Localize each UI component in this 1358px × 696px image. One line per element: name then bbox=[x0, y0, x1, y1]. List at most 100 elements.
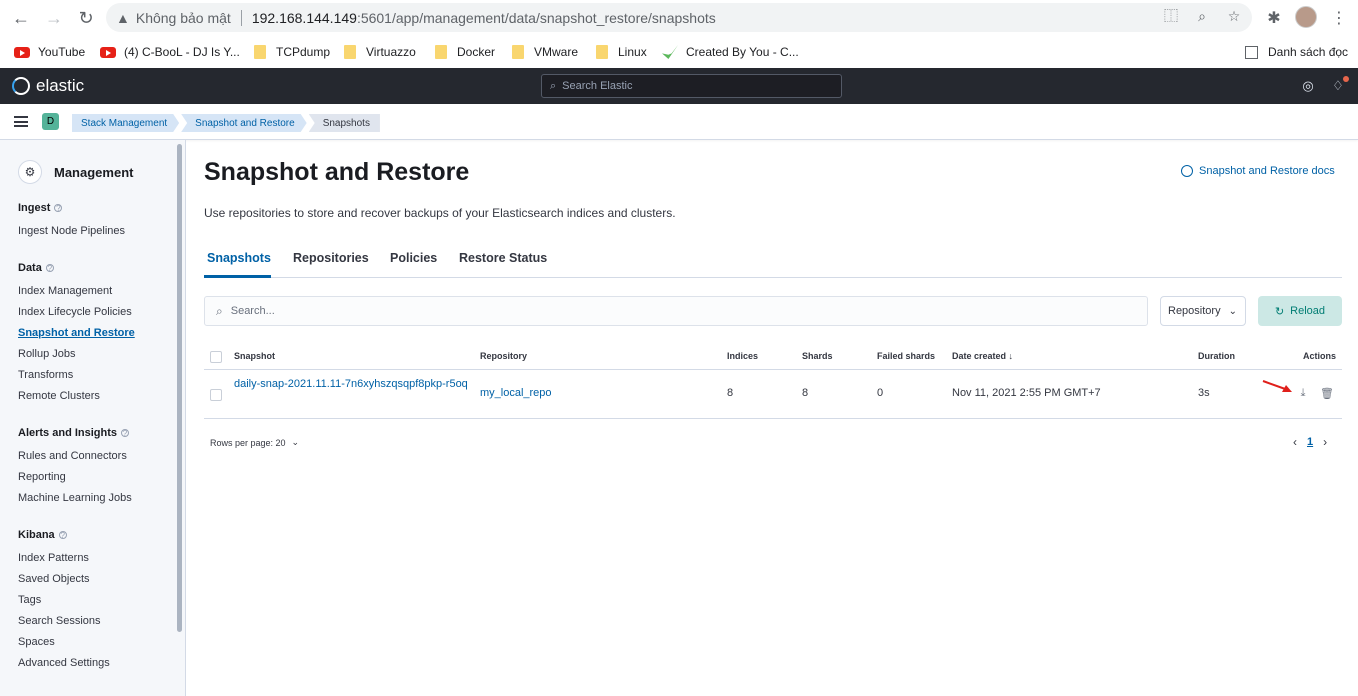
browser-toolbar: ← → ↻ ▲ Không bảo mật 192.168.144.149:56… bbox=[0, 0, 1358, 36]
sidebar-item-ingest-node-pipelines[interactable]: Ingest Node Pipelines bbox=[18, 225, 125, 237]
tab-snapshots[interactable]: Snapshots bbox=[207, 251, 271, 265]
docs-link[interactable]: Snapshot and Restore docs bbox=[1181, 165, 1335, 177]
global-search[interactable]: ⌕ bbox=[541, 74, 842, 98]
bookmark-star-icon[interactable]: ☆ bbox=[1225, 7, 1243, 25]
failed-shards-cell: 0 bbox=[877, 387, 884, 399]
forward-arrow-icon[interactable]: → bbox=[42, 6, 66, 30]
repository-filter-button[interactable]: Repository ⌄ bbox=[1160, 296, 1246, 326]
column-header-snapshot[interactable]: Snapshot bbox=[234, 351, 275, 361]
menu-toggle-icon[interactable] bbox=[14, 116, 28, 127]
elastic-logo[interactable]: elastic bbox=[12, 76, 84, 96]
bookmark-created-by-you[interactable]: Created By You - C... bbox=[662, 42, 799, 62]
previous-page-icon[interactable]: ‹ bbox=[1293, 435, 1297, 449]
sidebar-item-rules-and-connectors[interactable]: Rules and Connectors bbox=[18, 450, 127, 462]
breadcrumb-stack-management[interactable]: Stack Management bbox=[72, 114, 179, 132]
tab-restore-status[interactable]: Restore Status bbox=[459, 251, 547, 265]
select-all-checkbox[interactable] bbox=[210, 351, 222, 363]
sidebar-item-transforms[interactable]: Transforms bbox=[18, 369, 73, 381]
kibana-subheader: D Stack Management Snapshot and Restore … bbox=[0, 104, 1358, 140]
selected-tab-indicator bbox=[204, 275, 271, 278]
column-header-shards[interactable]: Shards bbox=[802, 351, 833, 361]
sidebar-item-index-patterns[interactable]: Index Patterns bbox=[18, 552, 89, 564]
sidebar-item-machine-learning-jobs[interactable]: Machine Learning Jobs bbox=[18, 492, 132, 504]
trash-icon[interactable]: 🗑 bbox=[1320, 387, 1334, 400]
rows-per-page-button[interactable]: Rows per page: 20 ⌄ bbox=[210, 437, 299, 448]
reload-label: Reload bbox=[1290, 305, 1326, 317]
zoom-icon[interactable]: ⌕ bbox=[1193, 7, 1211, 25]
restore-icon[interactable]: ⤓ bbox=[1297, 387, 1309, 399]
column-header-repository[interactable]: Repository bbox=[480, 351, 527, 361]
extensions-icon[interactable]: ✱ bbox=[1262, 6, 1286, 30]
nav-group-alerts: Alerts and Insights? bbox=[18, 427, 130, 439]
sidebar-item-index-management[interactable]: Index Management bbox=[18, 285, 112, 297]
youtube-icon bbox=[14, 46, 30, 58]
sidebar-item-advanced-settings[interactable]: Advanced Settings bbox=[18, 657, 110, 669]
snapshot-search[interactable]: ⌕ bbox=[204, 296, 1148, 326]
folder-icon bbox=[596, 45, 608, 59]
sidebar-item-spaces[interactable]: Spaces bbox=[18, 636, 55, 648]
bookmark-virtuazzo[interactable]: Virtuazzo bbox=[344, 42, 416, 62]
bookmark-cbool[interactable]: (4) C-BooL - DJ Is Y... bbox=[100, 42, 240, 62]
sidebar-item-remote-clusters[interactable]: Remote Clusters bbox=[18, 390, 100, 402]
repository-link[interactable]: my_local_repo bbox=[480, 387, 552, 399]
bookmark-label: VMware bbox=[534, 45, 579, 59]
space-avatar[interactable]: D bbox=[42, 113, 59, 130]
tab-policies[interactable]: Policies bbox=[390, 251, 437, 265]
nav-group-kibana: Kibana? bbox=[18, 529, 67, 541]
logo-text: elastic bbox=[36, 76, 85, 95]
sidebar-item-reporting[interactable]: Reporting bbox=[18, 471, 66, 483]
breadcrumb-snapshots: Snapshots bbox=[308, 114, 380, 132]
reload-page-icon[interactable]: ↻ bbox=[74, 6, 98, 30]
global-search-input[interactable] bbox=[562, 80, 813, 92]
bookmark-tcpdump[interactable]: TCPdump bbox=[254, 42, 330, 62]
url-text[interactable]: 192.168.144.149:5601/app/management/data… bbox=[252, 10, 716, 26]
next-page-icon[interactable]: › bbox=[1323, 435, 1327, 449]
sidebar-item-tags[interactable]: Tags bbox=[18, 594, 41, 606]
youtube-icon bbox=[100, 46, 116, 58]
address-bar[interactable]: ▲ Không bảo mật 192.168.144.149:5601/app… bbox=[106, 3, 1252, 32]
snapshot-name-link[interactable]: daily-snap-2021.11.11-7n6xyhszqsqpf8pkp-… bbox=[234, 376, 474, 393]
chevron-down-icon: ⌄ bbox=[291, 437, 300, 447]
bookmark-docker[interactable]: Docker bbox=[435, 42, 495, 62]
indices-cell: 8 bbox=[727, 387, 734, 399]
tab-repositories[interactable]: Repositories bbox=[293, 251, 369, 265]
page-number[interactable]: 1 bbox=[1307, 436, 1313, 448]
column-header-date-created[interactable]: Date created ↓ bbox=[952, 351, 1013, 361]
translate-icon[interactable]: ⿰ bbox=[1162, 7, 1180, 25]
sidebar-item-snapshot-and-restore[interactable]: Snapshot and Restore bbox=[18, 327, 135, 339]
column-header-indices[interactable]: Indices bbox=[727, 351, 758, 361]
breadcrumb-snapshot-restore[interactable]: Snapshot and Restore bbox=[181, 114, 307, 132]
duration-cell: 3s bbox=[1198, 387, 1210, 399]
bookmark-linux[interactable]: Linux bbox=[596, 42, 647, 62]
date-created-label: Date created bbox=[952, 351, 1007, 361]
help-icon: ? bbox=[45, 263, 54, 273]
bookmark-vmware[interactable]: VMware bbox=[512, 42, 578, 62]
profile-avatar[interactable] bbox=[1295, 6, 1317, 28]
column-header-failed-shards[interactable]: Failed shards bbox=[877, 351, 935, 361]
sidebar-item-search-sessions[interactable]: Search Sessions bbox=[18, 615, 101, 627]
omnibox-separator bbox=[240, 9, 242, 26]
browser-menu-icon[interactable]: ⋮ bbox=[1327, 6, 1351, 30]
reading-list[interactable]: Danh sách đọc bbox=[1245, 42, 1348, 62]
column-header-duration[interactable]: Duration bbox=[1198, 351, 1235, 361]
nav-group-label: Ingest bbox=[18, 202, 51, 214]
security-label[interactable]: Không bảo mật bbox=[136, 10, 231, 26]
help-icon[interactable]: ◎ bbox=[1300, 78, 1316, 94]
refresh-icon: ↻ bbox=[1274, 305, 1285, 318]
back-arrow-icon[interactable]: ← bbox=[9, 6, 33, 30]
nav-group-label: Alerts and Insights bbox=[18, 427, 118, 439]
reload-button[interactable]: ↻ Reload bbox=[1258, 296, 1342, 326]
notification-dot bbox=[1343, 76, 1349, 82]
sidebar-item-rollup-jobs[interactable]: Rollup Jobs bbox=[18, 348, 75, 360]
bookmark-label: (4) C-BooL - DJ Is Y... bbox=[124, 45, 240, 59]
row-checkbox[interactable] bbox=[210, 389, 222, 401]
nav-group-data: Data? bbox=[18, 262, 54, 274]
sidebar-scrollbar[interactable] bbox=[177, 144, 182, 632]
page-description: Use repositories to store and recover ba… bbox=[204, 206, 676, 220]
bookmark-label: Docker bbox=[457, 45, 496, 59]
sidebar-item-saved-objects[interactable]: Saved Objects bbox=[18, 573, 90, 585]
pagination: ‹ 1 › bbox=[1293, 435, 1327, 449]
bookmark-youtube[interactable]: YouTube bbox=[14, 42, 85, 62]
snapshot-search-input[interactable] bbox=[230, 305, 1111, 317]
sidebar-item-index-lifecycle-policies[interactable]: Index Lifecycle Policies bbox=[18, 306, 132, 318]
